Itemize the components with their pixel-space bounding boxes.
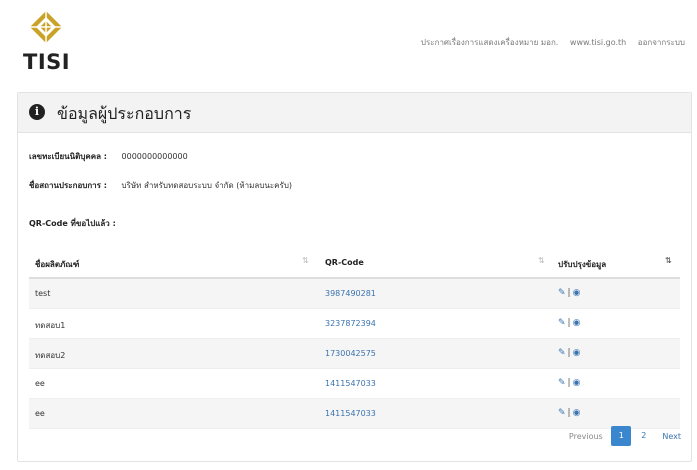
column-header-qr-code[interactable]: QR-Code [325,258,364,267]
table-row: ee 1411547033 ✎ | ◉ [29,369,680,399]
table-row: test 3987490281 ✎ | ◉ [29,279,680,309]
pagination-page-2[interactable]: 2 [634,426,654,446]
nav-link-website[interactable]: www.tisi.go.th [570,38,626,47]
pagination: Previous 1 2 Next [569,426,681,446]
top-bar: TISI ประกาศเรื่องการแสดงเครื่องหมาย มอก.… [0,0,697,84]
tisi-diamond-logo-icon [30,11,62,43]
product-name: ee [35,379,45,388]
pagination-next[interactable]: Next [662,432,681,441]
column-header-product[interactable]: ชื่อผลิตภัณฑ์ [35,258,79,271]
registration-number-row: เลขทะเบียนนิติบุคคล : 0000000000000 [29,150,188,163]
qr-code-link[interactable]: 1730042575 [325,349,376,358]
pagination-page-1[interactable]: 1 [611,426,632,446]
column-header-update[interactable]: ปรับปรุงข้อมูล [558,258,606,271]
registration-number-value: 0000000000000 [121,152,188,161]
sort-icon[interactable]: ⇅ [538,256,545,265]
company-name-row: ชื่อสถานประกอบการ : บริษัท สำหรับทดสอบระ… [29,179,292,192]
product-name: ทดสอบ1 [35,321,66,330]
sort-icon[interactable]: ⇅ [302,256,309,265]
product-name: test [35,289,51,298]
eye-icon[interactable]: ◉ [573,348,581,358]
panel-header: i ข้อมูลผู้ประกอบการ [18,93,691,133]
qr-requested-row: QR-Code ที่ขอไปแล้ว : [29,217,116,230]
edit-icon[interactable]: ✎ [558,348,566,358]
qr-code-link[interactable]: 1411547033 [325,379,376,388]
operator-info-panel: i ข้อมูลผู้ประกอบการ เลขทะเบียนนิติบุคคล… [17,92,692,462]
company-name-label: ชื่อสถานประกอบการ : [29,181,107,190]
product-name: ทดสอบ2 [35,351,66,360]
pagination-previous[interactable]: Previous [569,432,603,441]
eye-icon[interactable]: ◉ [573,318,581,328]
edit-icon[interactable]: ✎ [558,318,566,328]
nav-link-logout[interactable]: ออกจากระบบ [638,38,685,47]
tisi-logo[interactable]: TISI [22,10,74,74]
edit-icon[interactable]: ✎ [558,288,566,298]
qr-code-table: ชื่อผลิตภัณฑ์ ⇅ QR-Code ⇅ ปรับปรุงข้อมูล… [29,247,680,429]
eye-icon[interactable]: ◉ [573,408,581,418]
panel-title: ข้อมูลผู้ประกอบการ [57,104,192,123]
qr-requested-label: QR-Code ที่ขอไปแล้ว : [29,219,116,228]
qr-code-link[interactable]: 1411547033 [325,409,376,418]
row-actions: ✎ | ◉ [558,378,581,388]
qr-code-link[interactable]: 3237872394 [325,319,376,328]
eye-icon[interactable]: ◉ [573,378,581,388]
table-row: ทดสอบ2 1730042575 ✎ | ◉ [29,339,680,369]
top-nav: ประกาศเรื่องการแสดงเครื่องหมาย มอก. www.… [412,36,685,49]
row-actions: ✎ | ◉ [558,408,581,418]
product-name: ee [35,409,45,418]
eye-icon[interactable]: ◉ [573,288,581,298]
row-actions: ✎ | ◉ [558,318,581,328]
nav-link-announcement[interactable]: ประกาศเรื่องการแสดงเครื่องหมาย มอก. [421,38,558,47]
table-header: ชื่อผลิตภัณฑ์ ⇅ QR-Code ⇅ ปรับปรุงข้อมูล… [29,247,680,279]
sort-icon[interactable]: ⇅ [665,256,672,265]
table-row: ee 1411547033 ✎ | ◉ [29,399,680,429]
table-row: ทดสอบ1 3237872394 ✎ | ◉ [29,309,680,339]
logo-text: TISI [23,50,71,74]
row-actions: ✎ | ◉ [558,288,581,298]
info-icon: i [29,104,45,120]
edit-icon[interactable]: ✎ [558,408,566,418]
edit-icon[interactable]: ✎ [558,378,566,388]
row-actions: ✎ | ◉ [558,348,581,358]
qr-code-link[interactable]: 3987490281 [325,289,376,298]
registration-number-label: เลขทะเบียนนิติบุคคล : [29,152,107,161]
company-name-value: บริษัท สำหรับทดสอบระบบ จำกัด (ห้ามลบนะคร… [121,181,293,190]
